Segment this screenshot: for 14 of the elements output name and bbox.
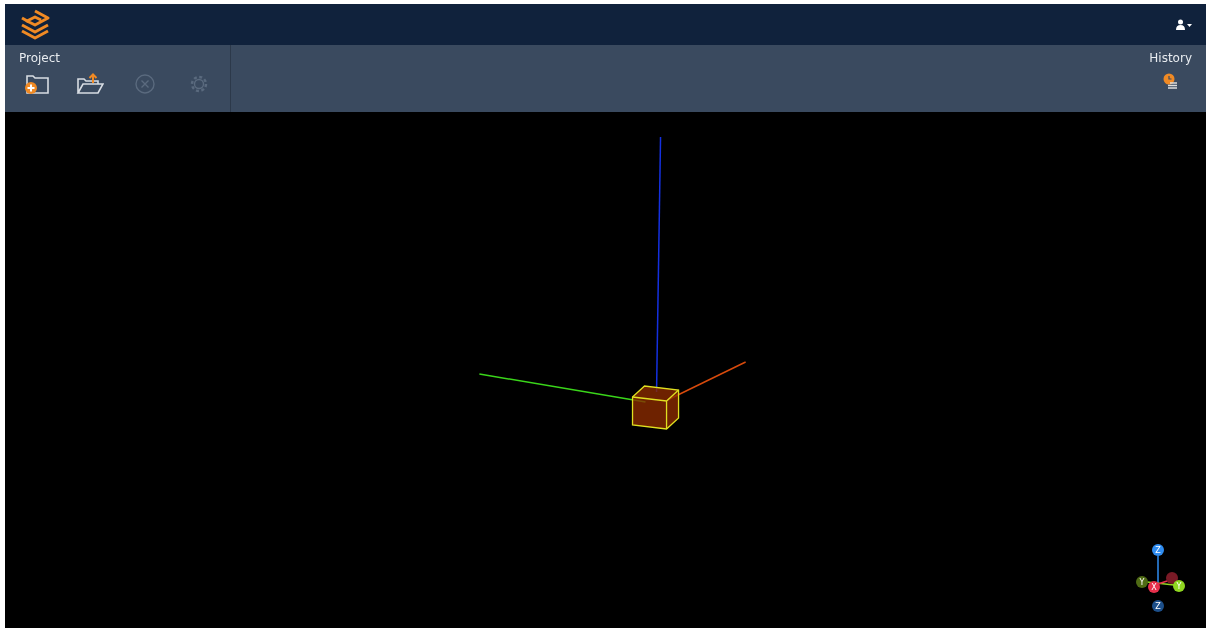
history-label: History <box>1149 51 1192 65</box>
axis-handle[interactable]: Z <box>1152 544 1164 556</box>
axis-handle[interactable]: X <box>1148 581 1160 593</box>
axis-handle[interactable]: Y <box>1136 576 1148 588</box>
cube[interactable] <box>631 385 680 430</box>
axis-handle[interactable] <box>1166 572 1178 584</box>
logo-icon <box>19 8 51 41</box>
project-label: Project <box>19 51 62 65</box>
close-icon <box>133 73 156 95</box>
user-menu-button[interactable] <box>1174 17 1194 32</box>
3d-viewport[interactable]: Z Y X Y Z <box>5 112 1206 628</box>
axis-handle[interactable]: Z <box>1152 600 1164 612</box>
folder-upload-icon <box>76 73 105 95</box>
folder-plus-icon <box>22 73 51 95</box>
